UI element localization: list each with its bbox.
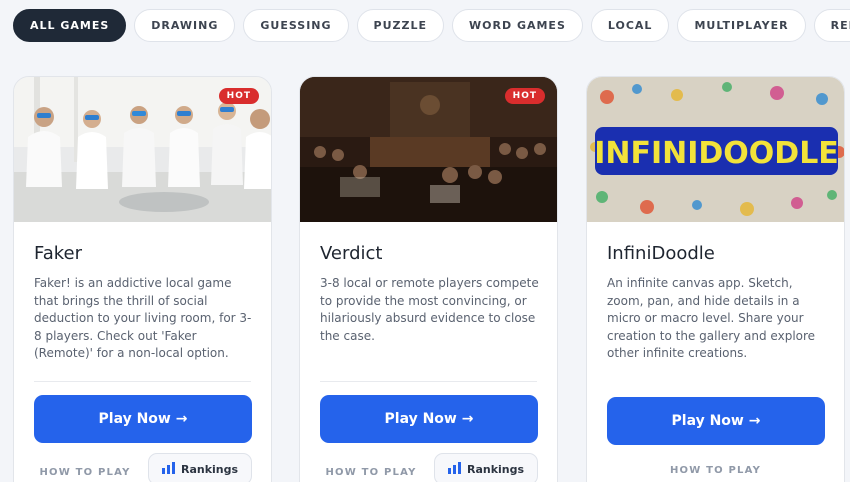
rankings-label: Rankings [466,462,525,476]
infinidoodle-cover-image[interactable]: INFINIDOODLE [587,77,844,222]
play-now-button[interactable]: Play Now → [320,395,538,443]
infinidoodle-logo-text: INFINIDOODLE [594,136,839,171]
game-description: 3-8 local or remote players compete to p… [320,276,539,343]
faker-cover-image[interactable]: HOT [14,77,271,222]
filter-local[interactable]: LOCAL [590,9,670,42]
bar-chart-icon [447,461,461,477]
hot-badge: HOT [504,88,545,104]
bar-chart-icon [161,461,175,477]
how-to-play-link[interactable]: HOW TO PLAY [587,455,844,482]
filter-word-games[interactable]: WORD GAMES [452,9,583,42]
game-description: Faker! is an addictive local game that b… [34,276,252,361]
filter-guessing[interactable]: GUESSING [243,9,349,42]
play-now-button[interactable]: Play Now → [607,397,825,445]
rankings-button[interactable]: Rankings [148,453,252,482]
filter-puzzle[interactable]: PUZZLE [356,9,445,42]
card-divider [34,381,251,382]
filter-drawing[interactable]: DRAWING [134,9,236,42]
game-card-infinidoodle[interactable]: INFINIDOODLE InfiniDoodle An infinite ca… [586,76,845,482]
game-card-faker[interactable]: HOT Faker Faker! is an addictive local g… [13,76,272,482]
how-to-play-link[interactable]: HOW TO PLAY [320,457,422,482]
verdict-cover-image[interactable]: HOT [300,77,557,222]
card-divider [320,381,537,382]
game-title: Verdict [320,243,383,264]
game-description: An infinite canvas app. Sketch, zoom, pa… [607,276,816,361]
hot-badge: HOT [218,88,259,104]
how-to-play-link[interactable]: HOW TO PLAY [34,457,136,482]
game-title: Faker [34,243,82,264]
filter-all-games[interactable]: ALL GAMES [13,9,127,42]
category-filter-bar: ALL GAMES DRAWING GUESSING PUZZLE WORD G… [13,9,850,43]
play-now-button[interactable]: Play Now → [34,395,252,443]
filter-multiplayer[interactable]: MULTIPLAYER [677,9,806,42]
filter-remote[interactable]: REMOTE [813,9,850,42]
game-card-verdict[interactable]: HOT Verdict 3-8 local or remote players … [299,76,558,482]
rankings-label: Rankings [180,462,239,476]
game-title: InfiniDoodle [607,243,715,264]
rankings-button[interactable]: Rankings [434,453,538,482]
